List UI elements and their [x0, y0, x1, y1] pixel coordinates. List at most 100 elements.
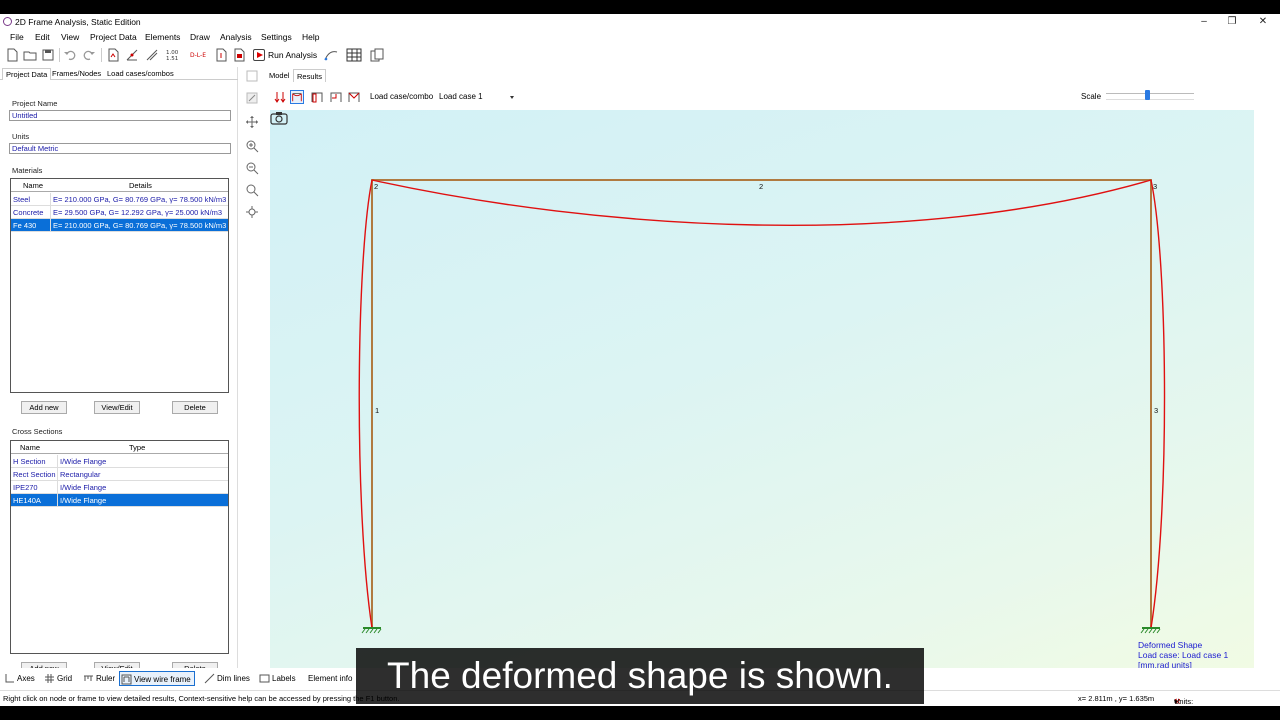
cross-sections-label: Cross Sections [12, 427, 63, 436]
units-field[interactable]: Default Metric [9, 143, 231, 154]
legend-load-case: Load case: Load case 1 [1138, 650, 1229, 660]
support-icon[interactable] [145, 48, 159, 62]
new-file-icon[interactable] [5, 48, 19, 62]
reactions-icon[interactable] [273, 90, 287, 104]
open-folder-icon[interactable] [23, 48, 37, 62]
header-name: Name [20, 443, 41, 452]
table-icon[interactable] [346, 48, 362, 62]
zoom-out-icon[interactable] [245, 161, 259, 175]
dim-lines-icon [204, 673, 215, 684]
menu-settings[interactable]: Settings [261, 32, 292, 42]
menu-analysis[interactable]: Analysis [220, 32, 252, 42]
zoom-in-icon[interactable] [245, 139, 259, 153]
vertical-toolbar [242, 67, 262, 227]
grid-toggle[interactable]: Grid [43, 671, 72, 686]
menu-view[interactable]: View [61, 32, 79, 42]
fixed-support-right [1140, 627, 1161, 634]
menu-edit[interactable]: Edit [35, 32, 50, 42]
ruler-toggle[interactable]: Ruler [82, 671, 115, 686]
menu-bar: File Edit View Project Data Elements Dra… [0, 31, 1280, 44]
table-row[interactable]: Concrete E= 29.500 GPa, G= 12.292 GPa, γ… [11, 206, 228, 219]
tab-results[interactable]: Results [293, 69, 327, 82]
axes-label: Axes [17, 674, 35, 683]
close-icon[interactable]: ✕ [1255, 15, 1271, 28]
camera-icon[interactable] [270, 110, 288, 126]
load-values-icon[interactable]: 1.001.51 [165, 48, 183, 62]
scale-slider-thumb[interactable] [1145, 90, 1151, 100]
edit-material-button[interactable]: View/Edit [94, 401, 140, 414]
save-icon[interactable] [41, 48, 55, 62]
undo-icon[interactable] [63, 48, 77, 62]
wire-frame-toggle[interactable]: View wire frame [119, 671, 195, 686]
axial-force-icon[interactable] [310, 90, 324, 104]
pdf-icon[interactable] [232, 48, 246, 62]
table-row[interactable]: Steel E= 210.000 GPa, G= 80.769 GPa, γ= … [11, 193, 228, 206]
play-icon [253, 49, 265, 61]
document-icon[interactable] [214, 48, 228, 62]
sections-header: Name Type [11, 441, 228, 454]
node-label: 2 [374, 182, 379, 191]
minimize-icon[interactable]: – [1196, 15, 1212, 28]
menu-file[interactable]: File [10, 32, 24, 42]
frame-node-icon[interactable] [125, 48, 139, 62]
dim-lines-label: Dim lines [217, 674, 250, 683]
pencil-icon[interactable] [245, 91, 259, 105]
results-curve-icon[interactable] [324, 48, 338, 62]
shear-force-icon[interactable] [329, 90, 343, 104]
menu-draw[interactable]: Draw [190, 32, 210, 42]
axes-toggle[interactable]: Axes [3, 671, 35, 686]
tab-load-cases[interactable]: Load cases/combos [104, 68, 177, 80]
delete-material-button[interactable]: Delete [172, 401, 218, 414]
load-case-select[interactable]: Load case 1 [437, 90, 517, 104]
chevron-down-icon: ▾ [1174, 697, 1178, 706]
node-label: 3 [1153, 182, 1158, 191]
tab-model[interactable]: Model [266, 69, 292, 82]
main-toolbar: 1.00 1.51 D-L-E Run Analysis [0, 45, 1280, 65]
add-material-button[interactable]: Add new [21, 401, 67, 414]
tab-frames-nodes[interactable]: Frames/Nodes [49, 68, 104, 80]
select-icon[interactable] [245, 69, 259, 83]
materials-label: Materials [12, 166, 43, 175]
materials-header: Name Details [11, 179, 228, 192]
scale-label: Scale [1081, 92, 1102, 101]
table-row-selected[interactable]: Fe 430 E= 210.000 GPa, G= 80.769 GPa, γ=… [11, 219, 228, 232]
deformed-member-1 [358, 179, 373, 629]
results-legend: Deformed Shape Load case: Load case 1 [m… [1138, 640, 1228, 668]
zoom-window-icon[interactable] [245, 183, 259, 197]
element-info-label: Element info [308, 674, 353, 683]
labels-toggle[interactable]: Labels [258, 671, 296, 686]
ruler-icon [84, 675, 93, 681]
menu-help[interactable]: Help [302, 32, 319, 42]
table-row[interactable]: IPE270 I/Wide Flange [11, 481, 228, 494]
copy-icon[interactable] [370, 48, 384, 62]
bending-moment-icon[interactable] [347, 90, 361, 104]
app-icon [3, 17, 12, 26]
redo-icon[interactable] [82, 48, 96, 62]
table-row[interactable]: H Section I/Wide Flange [11, 455, 228, 468]
table-row[interactable]: Rect Section Rectangular [11, 468, 228, 481]
pan-icon[interactable] [245, 115, 259, 129]
project-name-field[interactable]: Untitled [9, 110, 231, 121]
tab-project-data[interactable]: Project Data [2, 68, 52, 80]
zoom-extents-icon[interactable] [245, 205, 259, 219]
axes-icon [5, 674, 14, 683]
restore-icon[interactable]: ❐ [1224, 15, 1240, 28]
member-label: 1 [375, 406, 380, 415]
run-analysis-label: Run Analysis [268, 50, 318, 60]
deformed-shape-icon[interactable] [290, 90, 304, 104]
labels-icon [259, 674, 270, 683]
report-icon[interactable] [106, 48, 120, 62]
distributed-load-icon[interactable]: D-L-E [190, 48, 208, 62]
frame-drawing [358, 179, 1166, 634]
table-row-selected[interactable]: HE140A I/Wide Flange [11, 494, 228, 507]
run-analysis-button[interactable]: Run Analysis [251, 47, 320, 63]
project-name-label: Project Name [12, 99, 58, 108]
dim-lines-toggle[interactable]: Dim lines [203, 671, 250, 686]
menu-elements[interactable]: Elements [145, 32, 180, 42]
wire-frame-icon [121, 674, 132, 685]
header-type: Type [129, 443, 146, 452]
ruler-label: Ruler [96, 674, 116, 683]
results-canvas[interactable]: 2 3 1 2 3 Deformed Shape Load case: Load… [270, 110, 1254, 668]
element-info-toggle[interactable]: Element info [294, 671, 352, 686]
menu-project-data[interactable]: Project Data [90, 32, 137, 42]
